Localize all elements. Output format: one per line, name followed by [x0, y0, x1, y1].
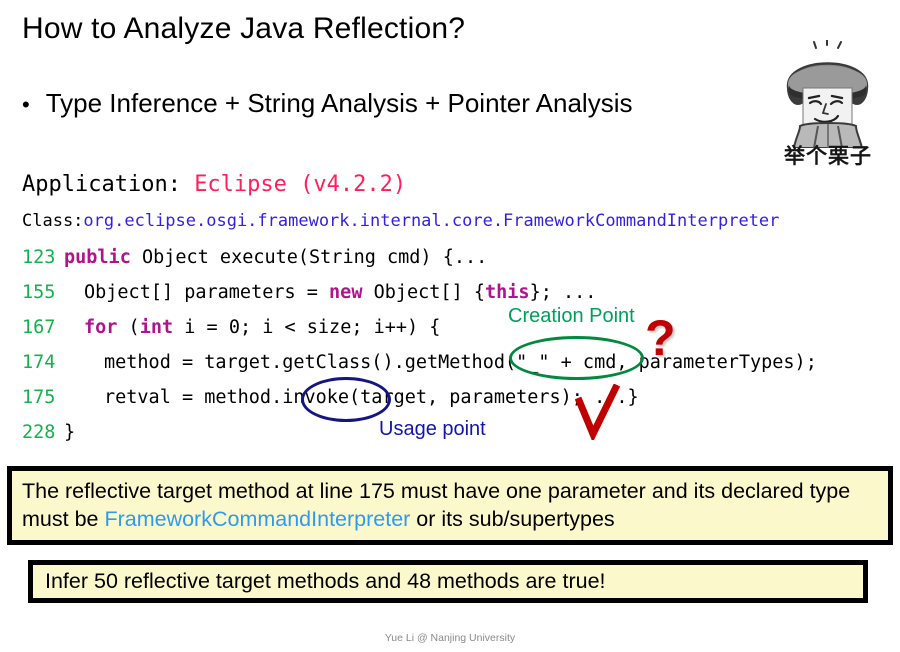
- code-line: 123 public Object execute(String cmd) {..…: [22, 240, 882, 275]
- page-title: How to Analyze Java Reflection?: [22, 12, 466, 45]
- usage-point-label: Usage point: [379, 418, 486, 440]
- meme-caption: 举个栗子: [784, 144, 872, 168]
- code-keyword: int: [139, 317, 174, 338]
- constraint-text: The reflective target method at line 175…: [22, 478, 878, 533]
- code-text: Object[] parameters =: [84, 282, 330, 303]
- meme-character-icon: [786, 39, 869, 149]
- bullet-row: • Type Inference + String Analysis + Poi…: [22, 88, 632, 119]
- result-text: Infer 50 reflective target methods and 4…: [45, 569, 606, 593]
- code-line: 174 method = target.getClass().getMethod(…: [22, 345, 882, 380]
- code-line-number: 174: [22, 352, 56, 373]
- meme-figure: 举个栗子: [762, 39, 894, 170]
- code-text: method = target.getClass().getMethod("_"…: [104, 352, 817, 373]
- code-text: Object[] {: [362, 282, 485, 303]
- footer-attribution: Yue Li @ Nanjing University: [384, 632, 516, 644]
- code-line: 167 for (int i = 0; i < size; i++) {: [22, 310, 882, 345]
- code-line-number: 175: [22, 387, 56, 408]
- code-line-number: 123: [22, 247, 56, 268]
- code-text: }; ...: [529, 282, 597, 303]
- bullet-text: Type Inference + String Analysis + Point…: [45, 88, 633, 118]
- usage-point-ellipse-icon: [301, 377, 391, 422]
- result-callout: Infer 50 reflective target methods and 4…: [28, 560, 868, 603]
- code-line-number: 167: [22, 317, 56, 338]
- code-keyword: new: [329, 282, 363, 303]
- code-line: 175 retval = method.invoke(target, parame…: [22, 380, 882, 415]
- application-label: Application:: [22, 172, 195, 197]
- creation-point-label: Creation Point: [508, 305, 635, 327]
- check-mark-icon: [574, 383, 621, 443]
- application-value: Eclipse (v4.2.2): [194, 172, 407, 197]
- bullet-marker-icon: •: [22, 92, 30, 117]
- application-line: Application: Eclipse (v4.2.2): [22, 172, 406, 197]
- code-text: (: [117, 317, 140, 338]
- code-line-number: 155: [22, 282, 56, 303]
- class-line: Class:org.eclipse.osgi.framework.interna…: [22, 211, 779, 231]
- code-line-number: 228: [22, 422, 56, 443]
- code-text: i = 0; i < size; i++) {: [173, 317, 441, 338]
- code-text: Object execute(String cmd) {...: [130, 247, 488, 268]
- code-keyword: public: [64, 247, 131, 268]
- code-keyword: this: [485, 282, 530, 303]
- creation-point-ellipse-icon: [509, 336, 644, 380]
- constraint-text-part2: or its sub/supertypes: [410, 506, 615, 531]
- constraint-callout: The reflective target method at line 175…: [7, 466, 893, 545]
- class-label: Class:: [22, 211, 84, 231]
- question-mark-icon: ?: [645, 310, 676, 366]
- code-line: 155 Object[] parameters = new Object[] {t…: [22, 275, 882, 310]
- constraint-type-name: FrameworkCommandInterpreter: [104, 506, 411, 531]
- code-keyword: for: [84, 317, 118, 338]
- class-value: org.eclipse.osgi.framework.internal.core…: [83, 211, 780, 231]
- code-text: }: [64, 422, 76, 443]
